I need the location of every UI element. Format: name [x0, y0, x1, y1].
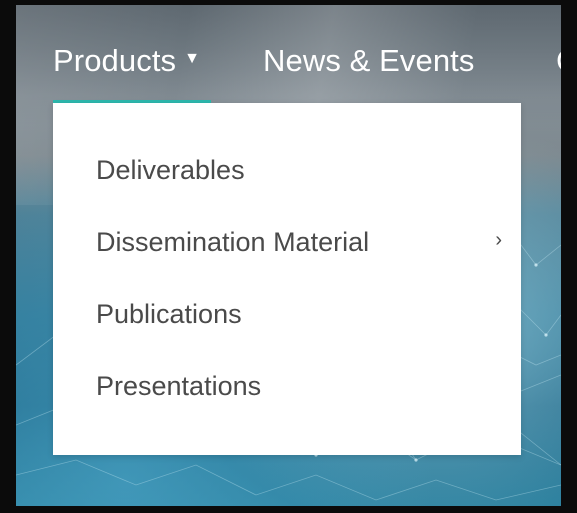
nav-item-label: Products: [53, 43, 177, 78]
menu-item-label: Presentations: [96, 371, 262, 401]
menu-item-publications[interactable]: Publications: [96, 299, 242, 330]
screenshot-frame: Products ▼ News & Events C Deliverables D…: [0, 0, 577, 513]
menu-item-deliverables[interactable]: Deliverables: [96, 155, 245, 186]
menu-item-label: Publications: [96, 299, 242, 329]
nav-item-partial[interactable]: C: [556, 43, 577, 79]
main-navigation: Products ▼ News & Events C: [16, 5, 561, 105]
products-dropdown-menu: Deliverables Dissemination Material › Pu…: [53, 103, 521, 455]
nav-item-news-events[interactable]: News & Events: [263, 43, 475, 79]
chevron-right-icon: ›: [495, 229, 502, 251]
menu-item-presentations[interactable]: Presentations: [96, 371, 261, 402]
menu-item-label: Dissemination Material: [96, 227, 370, 257]
menu-item-label: Deliverables: [96, 155, 245, 185]
nav-item-products[interactable]: Products ▼: [53, 43, 200, 79]
nav-item-label: C: [556, 43, 577, 78]
chevron-down-icon: ▼: [184, 50, 201, 67]
nav-item-label: News & Events: [263, 43, 475, 78]
menu-item-dissemination-material[interactable]: Dissemination Material ›: [96, 227, 502, 258]
